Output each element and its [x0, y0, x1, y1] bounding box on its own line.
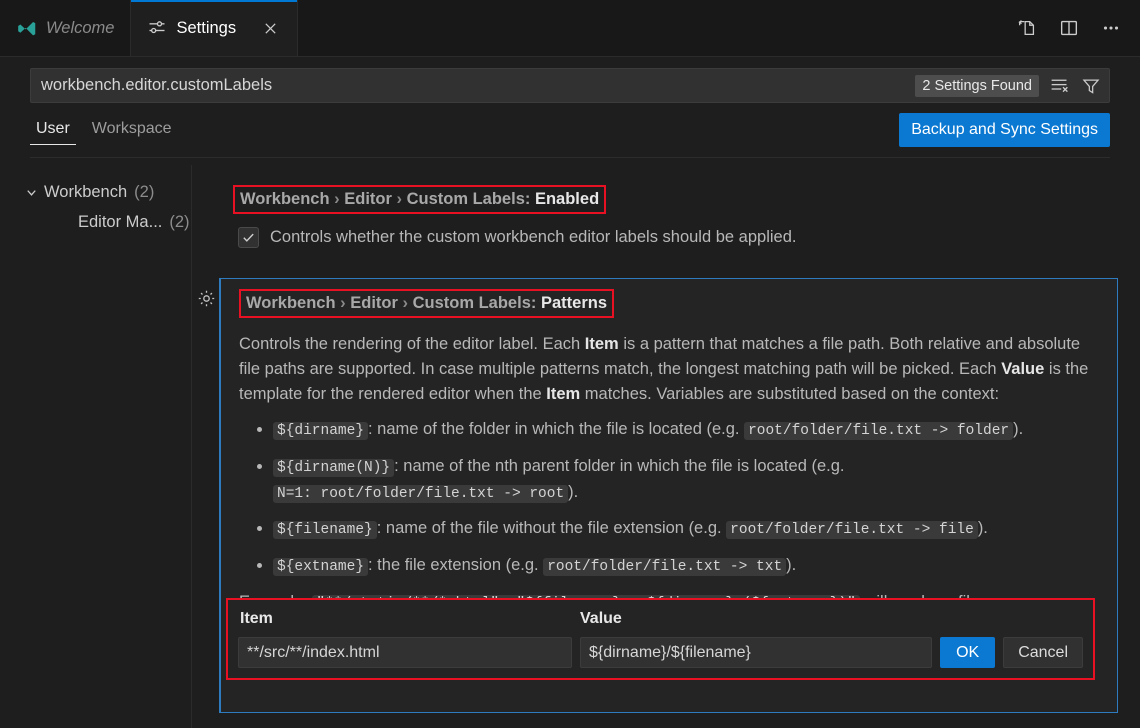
- variable-text-end: ).: [1013, 420, 1023, 438]
- breadcrumb-segment: Custom Labels:: [407, 190, 531, 208]
- desc-text: matches. Variables are substituted based…: [580, 385, 999, 403]
- list-item: ${dirname}: name of the folder in which …: [273, 417, 1101, 443]
- sidebar-item-count: (2): [134, 183, 154, 202]
- tab-user[interactable]: User: [30, 118, 76, 145]
- settings-toc-sidebar: Workbench (2) Editor Ma... (2): [0, 165, 192, 728]
- variable-code: ${filename}: [273, 521, 377, 539]
- settings-list-pane: Workbench › Editor › Custom Labels: Enab…: [193, 165, 1140, 728]
- breadcrumb-segment: Editor: [344, 190, 392, 208]
- editor-actions: [1014, 0, 1140, 56]
- clear-search-results-icon[interactable]: [1049, 75, 1070, 96]
- variable-example: N=1: root/folder/file.txt -> root: [273, 485, 568, 503]
- pattern-item-input[interactable]: [238, 637, 572, 668]
- breadcrumb-segment: Workbench: [240, 190, 330, 208]
- filter-settings-icon[interactable]: [1080, 75, 1101, 96]
- variable-text: : name of the folder in which the file i…: [368, 420, 744, 438]
- variable-text-end: ).: [568, 483, 578, 501]
- checkbox-checked-icon[interactable]: [238, 227, 259, 248]
- column-header-value: Value: [580, 610, 1083, 628]
- variable-text-end: ).: [978, 519, 988, 537]
- settings-scope-tabs: User Workspace Backup and Sync Settings: [30, 118, 1110, 154]
- tab-label: Welcome: [46, 20, 114, 37]
- table-row: OK Cancel: [238, 637, 1083, 668]
- sidebar-item-label: Workbench: [44, 183, 127, 202]
- breadcrumb-segment: Editor: [350, 294, 398, 312]
- tab-label: Settings: [176, 20, 236, 37]
- editor-tab-bar: Welcome Settings: [0, 0, 1140, 57]
- setting-description: Controls the rendering of the editor lab…: [239, 332, 1101, 407]
- settings-search-bar[interactable]: 2 Settings Found: [30, 68, 1110, 103]
- variable-list: ${dirname}: name of the folder in which …: [239, 417, 1101, 579]
- variable-code: ${dirname(N)}: [273, 459, 394, 477]
- ok-button[interactable]: OK: [940, 637, 995, 668]
- breadcrumb-separator-icon: ›: [403, 294, 409, 312]
- setting-description: Controls whether the custom workbench ed…: [270, 226, 796, 248]
- breadcrumb-separator-icon: ›: [334, 190, 340, 208]
- pattern-value-input[interactable]: [580, 637, 932, 668]
- variable-example: root/folder/file.txt -> folder: [744, 422, 1013, 440]
- split-editor-icon[interactable]: [1056, 15, 1082, 41]
- gear-icon[interactable]: [193, 285, 219, 311]
- backup-and-sync-settings-button[interactable]: Backup and Sync Settings: [899, 113, 1110, 147]
- sidebar-item-label: Editor Ma...: [78, 213, 162, 232]
- list-item: ${extname}: the file extension (e.g. roo…: [273, 553, 1101, 579]
- breadcrumb-separator-icon: ›: [397, 190, 403, 208]
- variable-text-end: ).: [786, 556, 796, 574]
- variable-text: : name of the nth parent folder in which…: [394, 457, 844, 475]
- header-divider: [30, 157, 1110, 158]
- split-editor-new-icon[interactable]: [1014, 15, 1040, 41]
- list-item: ${dirname(N)}: name of the nth parent fo…: [273, 454, 1101, 506]
- column-header-item: Item: [240, 610, 580, 628]
- results-count-badge: 2 Settings Found: [915, 75, 1039, 97]
- list-item: ${filename}: name of the file without th…: [273, 516, 1101, 542]
- tab-welcome[interactable]: Welcome: [0, 0, 131, 56]
- settings-sliders-icon: [147, 18, 167, 38]
- setting-leaf-name: Enabled: [535, 190, 599, 208]
- setting-leaf-name: Patterns: [541, 294, 607, 312]
- cancel-button[interactable]: Cancel: [1003, 637, 1083, 668]
- search-input[interactable]: [37, 75, 915, 96]
- desc-text: Controls the rendering of the editor lab…: [239, 335, 585, 353]
- tab-bar-spacer: [298, 0, 1014, 56]
- tab-workspace[interactable]: Workspace: [86, 118, 178, 145]
- breadcrumb-segment: Workbench: [246, 294, 336, 312]
- close-icon[interactable]: [259, 17, 281, 39]
- variable-code: ${dirname}: [273, 422, 368, 440]
- variable-example: root/folder/file.txt -> file: [726, 521, 978, 539]
- variable-example: root/folder/file.txt -> txt: [543, 558, 786, 576]
- vscode-logo-icon: [16, 18, 37, 39]
- sidebar-item-count: (2): [169, 213, 189, 232]
- patterns-table-annotation-box: Item Value OK Cancel: [226, 598, 1095, 680]
- variable-code: ${extname}: [273, 558, 368, 576]
- setting-title: Workbench › Editor › Custom Labels: Patt…: [239, 289, 614, 318]
- chevron-down-icon[interactable]: [24, 185, 40, 200]
- variable-text: : name of the file without the file exte…: [377, 519, 726, 537]
- sidebar-item-workbench[interactable]: Workbench (2): [0, 177, 191, 207]
- tab-settings[interactable]: Settings: [131, 0, 298, 56]
- setting-custom-labels-enabled: Workbench › Editor › Custom Labels: Enab…: [233, 185, 1113, 248]
- variable-text: : the file extension (e.g.: [368, 556, 543, 574]
- breadcrumb-segment: Custom Labels:: [413, 294, 537, 312]
- patterns-table: Item Value OK Cancel: [228, 600, 1093, 678]
- patterns-table-header: Item Value: [238, 608, 1083, 637]
- setting-checkbox-row[interactable]: Controls whether the custom workbench ed…: [233, 226, 1113, 248]
- desc-bold-item: Item: [585, 335, 619, 353]
- desc-bold-item: Item: [546, 385, 580, 403]
- setting-custom-labels-patterns: Workbench › Editor › Custom Labels: Patt…: [219, 278, 1118, 713]
- more-actions-icon[interactable]: [1098, 15, 1124, 41]
- sidebar-item-editor-management[interactable]: Editor Ma... (2): [0, 207, 191, 237]
- breadcrumb-separator-icon: ›: [340, 294, 346, 312]
- desc-bold-value: Value: [1001, 360, 1044, 378]
- setting-title: Workbench › Editor › Custom Labels: Enab…: [233, 185, 606, 214]
